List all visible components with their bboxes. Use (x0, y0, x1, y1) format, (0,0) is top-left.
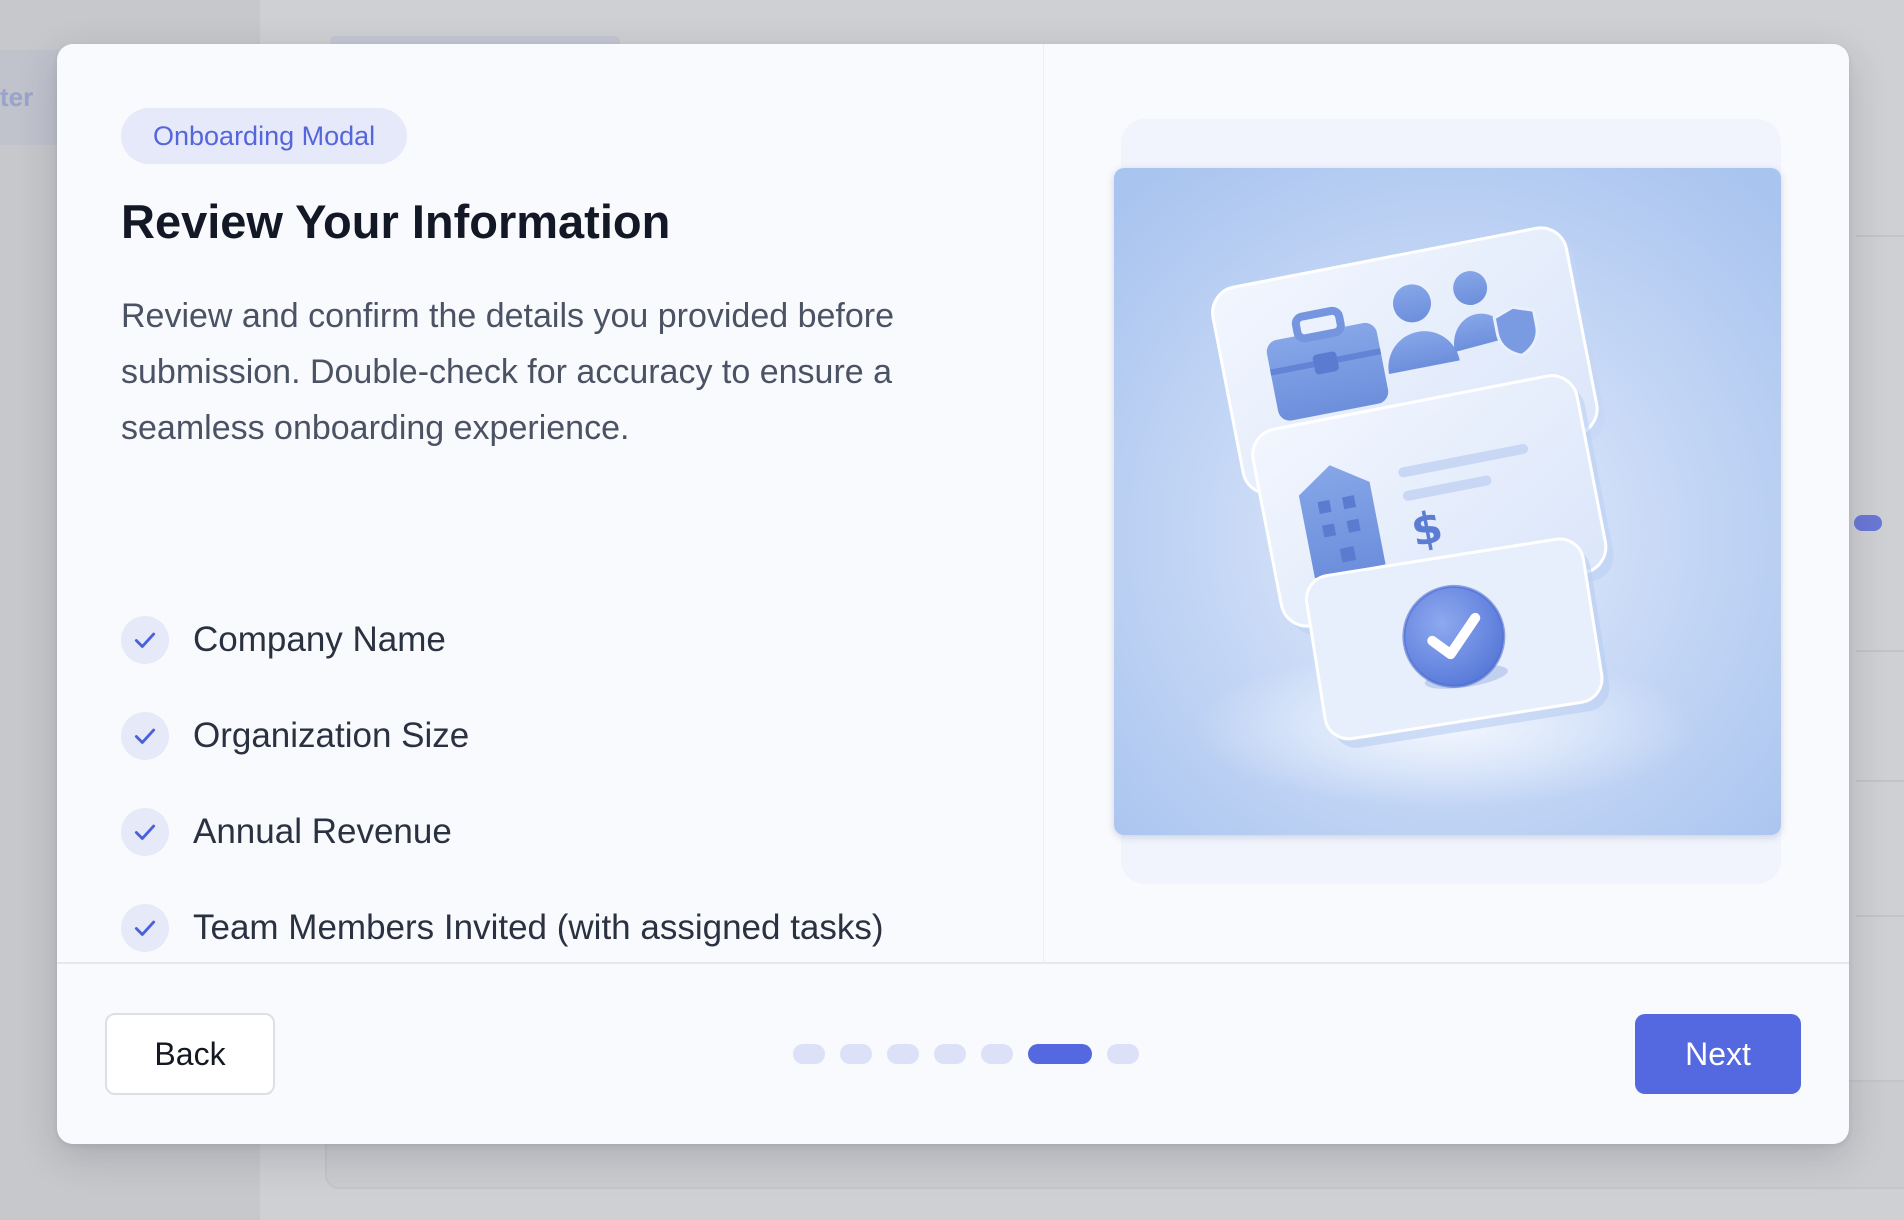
checklist-item-label: Annual Revenue (193, 812, 452, 851)
checklist-item-company-name: Company Name (121, 592, 884, 688)
checklist-item-label: Organization Size (193, 716, 470, 755)
checklist-item-organization-size: Organization Size (121, 688, 884, 784)
review-illustration: $ (1114, 168, 1781, 835)
step-dot-5[interactable] (981, 1044, 1013, 1064)
step-dot-1[interactable] (793, 1044, 825, 1064)
next-button[interactable]: Next (1635, 1014, 1801, 1094)
modal-body: Onboarding Modal Review Your Information… (57, 44, 1849, 962)
modal-footer: Back Next (57, 964, 1849, 1144)
modal-content: Onboarding Modal Review Your Information… (57, 44, 1043, 962)
vertical-divider (1043, 44, 1044, 962)
step-dot-7[interactable] (1107, 1044, 1139, 1064)
check-icon (121, 808, 169, 856)
step-dot-4[interactable] (934, 1044, 966, 1064)
step-dot-3[interactable] (887, 1044, 919, 1064)
background-divider (1856, 915, 1904, 917)
checklist-item-label: Company Name (193, 620, 446, 659)
background-divider (1856, 650, 1904, 652)
background-sidebar-label: ter (0, 82, 34, 112)
back-button[interactable]: Back (105, 1013, 275, 1095)
check-icon (121, 616, 169, 664)
step-dot-2[interactable] (840, 1044, 872, 1064)
step-progress (793, 1044, 1139, 1064)
modal-title: Review Your Information (121, 195, 671, 248)
background-indicator (1854, 515, 1882, 531)
modal-description: Review and confirm the details you provi… (121, 297, 894, 447)
check-icon (121, 712, 169, 760)
modal-badge: Onboarding Modal (121, 108, 408, 164)
checklist-item-annual-revenue: Annual Revenue (121, 784, 884, 880)
review-checklist: Company Name Organization Size Annual Re… (121, 592, 884, 976)
step-dot-6-active[interactable] (1028, 1044, 1092, 1064)
background-divider (1856, 780, 1904, 782)
check-icon (121, 904, 169, 952)
background-divider (1856, 235, 1904, 237)
onboarding-modal: Onboarding Modal Review Your Information… (57, 44, 1849, 1144)
checklist-item-label: Team Members Invited (with assigned task… (193, 908, 884, 947)
